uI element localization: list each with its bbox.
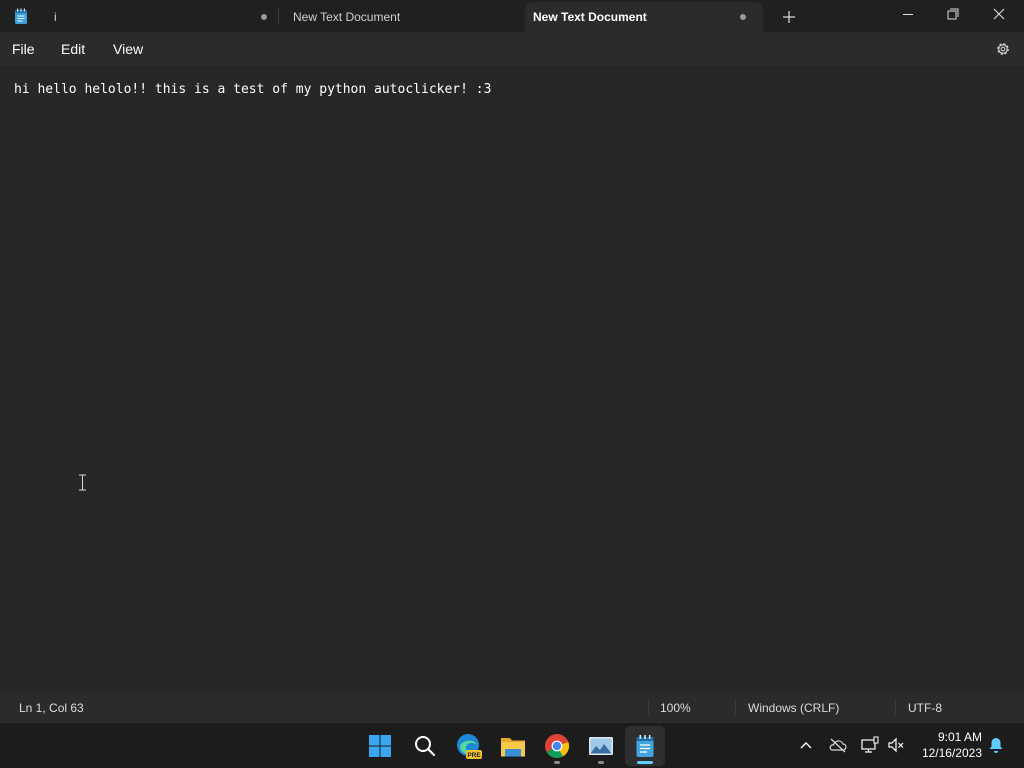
taskbar: PRE 9:01 AM 12/16/2023: [0, 722, 1024, 768]
tab-label: New Text Document: [293, 10, 401, 24]
status-bar: Ln 1, Col 63 100% Windows (CRLF) UTF-8: [0, 692, 1024, 722]
tab-label: New Text Document: [533, 10, 647, 24]
tab-label: i: [54, 10, 57, 24]
status-divider: [895, 699, 896, 715]
tab-divider: [278, 8, 279, 24]
show-hidden-icons-chevron-icon[interactable]: [796, 735, 816, 755]
notepad-app-icon: [15, 8, 27, 24]
file-explorer-button[interactable]: [497, 730, 529, 762]
menu-view[interactable]: View: [113, 41, 143, 57]
chrome-button[interactable]: [541, 730, 573, 762]
line-ending[interactable]: Windows (CRLF): [748, 701, 839, 715]
system-clock[interactable]: 9:01 AM 12/16/2023: [916, 729, 982, 761]
menu-file[interactable]: File: [12, 41, 35, 57]
photos-button[interactable]: [585, 730, 617, 762]
clock-time: 9:01 AM: [937, 730, 982, 744]
menu-bar: File Edit View: [0, 32, 1024, 66]
edge-dev-button[interactable]: PRE: [453, 730, 485, 762]
volume-muted-icon[interactable]: [886, 735, 906, 755]
minimize-icon[interactable]: [885, 0, 931, 32]
encoding[interactable]: UTF-8: [908, 701, 942, 715]
tab-i[interactable]: i: [40, 2, 276, 32]
photos-icon: [589, 737, 613, 755]
network-icon[interactable]: [860, 735, 880, 755]
restore-icon[interactable]: [930, 0, 976, 32]
tab-new-text-document-active[interactable]: New Text Document: [525, 2, 763, 32]
search-icon: [415, 736, 436, 757]
cursor-position: Ln 1, Col 63: [19, 701, 84, 715]
status-divider: [648, 699, 649, 715]
notepad-icon: [636, 735, 654, 757]
new-tab-button[interactable]: [778, 6, 800, 28]
edge-dev-icon: PRE: [457, 734, 482, 759]
close-icon[interactable]: [976, 0, 1022, 32]
notepad-taskbar-button[interactable]: [629, 730, 661, 762]
chrome-icon: [545, 734, 570, 759]
notification-bell-icon[interactable]: [988, 736, 1004, 754]
document-text[interactable]: hi hello helolo!! this is a test of my p…: [14, 82, 491, 97]
active-running-indicator: [637, 761, 653, 764]
edge-badge-label: PRE: [467, 752, 481, 759]
start-button[interactable]: [364, 730, 396, 762]
running-indicator: [554, 761, 560, 764]
settings-gear-icon[interactable]: [994, 40, 1012, 58]
windows-start-icon: [369, 735, 391, 757]
tab-new-text-document[interactable]: New Text Document: [280, 2, 520, 32]
text-editor[interactable]: hi hello helolo!! this is a test of my p…: [0, 66, 1024, 692]
onedrive-offline-icon[interactable]: [828, 735, 848, 755]
zoom-level[interactable]: 100%: [660, 701, 691, 715]
clock-date: 12/16/2023: [921, 746, 982, 760]
unsaved-indicator-icon[interactable]: [740, 14, 746, 20]
menu-edit[interactable]: Edit: [61, 41, 85, 57]
file-explorer-icon: [501, 738, 525, 757]
search-button[interactable]: [409, 730, 441, 762]
title-bar: i New Text Document New Text Document: [0, 0, 1024, 32]
status-divider: [735, 699, 736, 715]
running-indicator: [598, 761, 604, 764]
unsaved-indicator-icon[interactable]: [261, 14, 267, 20]
text-cursor-icon: [79, 474, 86, 491]
